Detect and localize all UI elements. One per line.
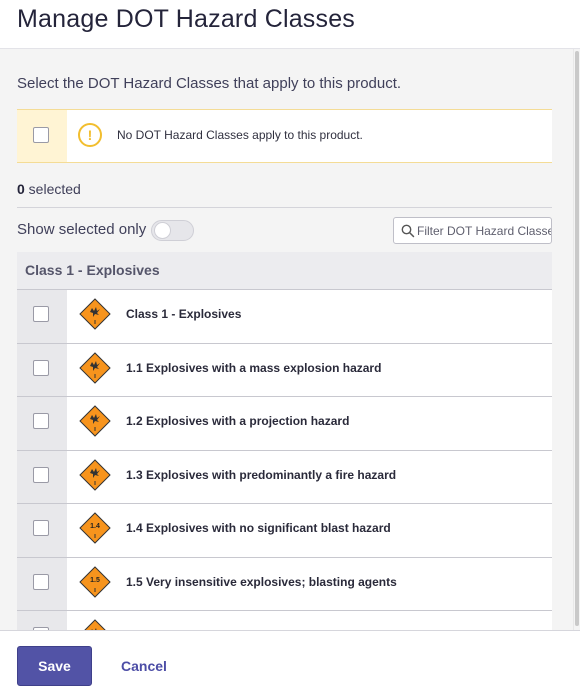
hazard-checkbox[interactable] [33, 520, 49, 536]
selected-count: 0 selected [17, 181, 81, 197]
filter-input[interactable] [417, 218, 551, 243]
scrollbar[interactable] [573, 49, 580, 630]
no-hazard-option[interactable]: ! No DOT Hazard Classes apply to this pr… [17, 109, 552, 163]
hazard-label: 1.4 Explosives with no significant blast… [126, 521, 391, 535]
dialog-body: Select the DOT Hazard Classes that apply… [0, 49, 580, 630]
cancel-button[interactable]: Cancel [108, 646, 180, 686]
dialog-footer: Save Cancel [0, 630, 580, 698]
explosive-placard-icon: 1.4 [79, 512, 111, 544]
svg-text:1.4: 1.4 [90, 523, 100, 530]
hazard-label: 1.3 Explosives with predominantly a fire… [126, 467, 397, 482]
hazard-row[interactable]: 1.4 1.4 Explosives with no significant bl… [17, 503, 552, 557]
explosive-placard-icon [79, 458, 111, 491]
show-selected-toggle[interactable] [151, 220, 194, 241]
scrollbar-thumb[interactable] [575, 51, 579, 626]
hazard-checkbox-cell [17, 611, 67, 630]
hazard-row[interactable]: Class 1 - Explosives [17, 289, 552, 343]
no-hazard-label: No DOT Hazard Classes apply to this prod… [117, 128, 363, 142]
hazard-checkbox[interactable] [33, 306, 49, 322]
hazard-checkbox-cell [17, 290, 67, 343]
intro-text: Select the DOT Hazard Classes that apply… [17, 75, 402, 92]
hazard-list: Class 1 - Explosives 1.1 Explosives with … [17, 289, 552, 630]
hazard-checkbox[interactable] [33, 359, 49, 376]
group-header: Class 1 - Explosives [17, 252, 552, 289]
hazard-checkbox-cell [17, 450, 67, 503]
hazard-label: 1.2 Explosives with a projection hazard [126, 414, 350, 428]
toggle-knob [154, 222, 171, 239]
explosive-placard-icon [79, 351, 111, 384]
explosive-placard-icon: 1.5 [79, 565, 111, 598]
hazard-row[interactable]: 1.6 Extremely insensitive detonating art… [17, 610, 552, 630]
show-selected-label: Show selected only [17, 221, 147, 238]
hazard-checkbox[interactable] [33, 466, 49, 483]
filter-field[interactable] [393, 217, 552, 244]
hazard-checkbox[interactable] [33, 573, 49, 590]
save-button[interactable]: Save [17, 646, 92, 686]
hazard-label: 1.1 Explosives with a mass explosion haz… [126, 360, 382, 375]
hazard-row[interactable]: 1.2 Explosives with a projection hazard [17, 396, 552, 450]
hazard-checkbox[interactable] [33, 413, 49, 429]
explosive-placard-icon [79, 405, 111, 437]
svg-text:1.5: 1.5 [90, 577, 100, 584]
explosive-placard-icon [79, 298, 111, 330]
hazard-checkbox-cell [17, 557, 67, 610]
hazard-checkbox-cell [17, 397, 67, 450]
no-hazard-checkbox-cell [17, 110, 67, 162]
hazard-row[interactable]: 1.5 1.5 Very insensitive explosives; blas… [17, 556, 552, 610]
hazard-row[interactable]: 1.3 Explosives with predominantly a fire… [17, 449, 552, 503]
no-hazard-checkbox[interactable] [33, 127, 49, 143]
warning-icon: ! [78, 123, 102, 147]
hazard-label: 1.5 Very insensitive explosives; blastin… [126, 574, 397, 589]
divider [17, 207, 552, 208]
hazard-row[interactable]: 1.1 Explosives with a mass explosion haz… [17, 342, 552, 396]
explosive-placard-icon [84, 619, 106, 630]
search-icon [401, 224, 415, 238]
hazard-checkbox-cell [17, 343, 67, 396]
dialog-title: Manage DOT Hazard Classes [17, 5, 356, 33]
dialog-header: Manage DOT Hazard Classes [0, 0, 580, 49]
hazard-label: Class 1 - Explosives [126, 307, 242, 321]
group-title: Class 1 - Explosives [25, 262, 160, 278]
hazard-checkbox-cell [17, 504, 67, 557]
